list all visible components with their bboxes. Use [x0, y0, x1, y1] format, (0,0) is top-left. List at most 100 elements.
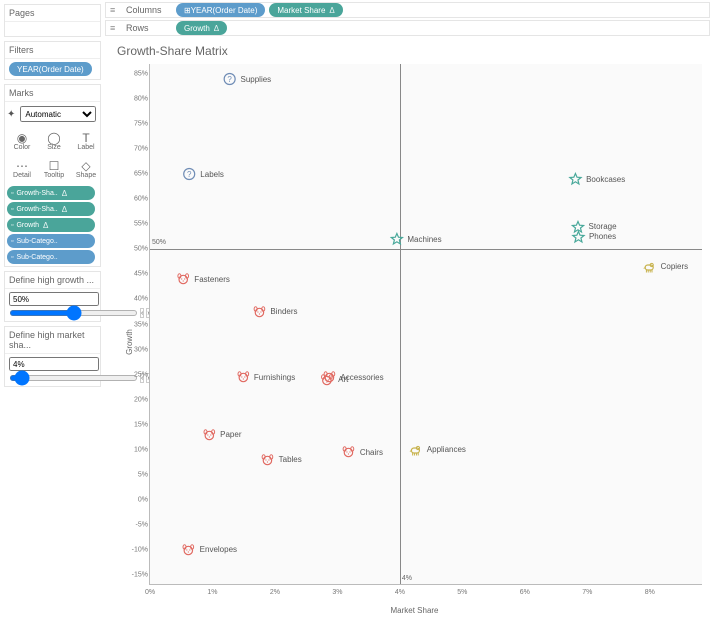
x-axis-title: Market Share [390, 606, 438, 615]
point-label: Phones [589, 232, 616, 241]
y-tick: 20% [128, 396, 148, 403]
pages-title: Pages [5, 5, 100, 22]
point-label: Fasteners [194, 275, 230, 284]
x-tick: 7% [582, 589, 592, 596]
x-tick: 3% [332, 589, 342, 596]
point-label: Chairs [360, 448, 383, 457]
y-tick: 55% [128, 221, 148, 228]
plot[interactable]: -15%-10%-5%0%5%10%15%20%25%30%35%40%45%5… [149, 64, 702, 585]
col-pill-share[interactable]: Market ShareΔ [269, 3, 342, 17]
data-point-fasteners[interactable]: Fasteners [176, 272, 230, 286]
filters-title: Filters [5, 42, 100, 59]
point-label: Accessories [340, 373, 383, 382]
col-pill-year[interactable]: ⊞ YEAR(Order Date) [176, 3, 265, 17]
y-tick: -10% [128, 546, 148, 553]
x-tick: 2% [270, 589, 280, 596]
data-point-copiers[interactable]: Copiers [643, 260, 689, 274]
row-pill-growth[interactable]: GrowthΔ [176, 21, 227, 35]
point-label: Labels [200, 170, 224, 179]
point-label: Envelopes [200, 545, 237, 554]
data-point-furnishings[interactable]: Furnishings [236, 370, 295, 384]
dog-icon [322, 370, 336, 384]
dog-icon [182, 543, 196, 557]
marks-type-select[interactable]: Automatic [20, 106, 96, 122]
rows-label: Rows [126, 23, 170, 33]
y-tick: -15% [128, 571, 148, 578]
ref-hline-label: 50% [152, 239, 166, 246]
y-tick: 70% [128, 146, 148, 153]
y-tick: 75% [128, 121, 148, 128]
data-point-chairs[interactable]: Chairs [342, 445, 383, 459]
rows-icon: ≡ [110, 23, 120, 33]
data-point-paper[interactable]: Paper [202, 428, 241, 442]
dog-icon [342, 445, 356, 459]
mark-btn-shape[interactable]: ◇Shape [71, 156, 101, 182]
question-icon [182, 167, 196, 181]
columns-label: Columns [126, 5, 170, 15]
star-icon [571, 230, 585, 244]
param-high-share: Define high market sha... ‹ › [4, 326, 101, 387]
cow-icon [643, 260, 657, 274]
mark-btn-tooltip[interactable]: ☐Tooltip [39, 156, 69, 182]
dog-icon [261, 453, 275, 467]
data-point-machines[interactable]: Machines [389, 232, 441, 246]
columns-icon: ≡ [110, 5, 120, 15]
data-point-supplies[interactable]: Supplies [222, 72, 271, 86]
star-icon [568, 172, 582, 186]
rows-shelf[interactable]: ≡ Rows GrowthΔ [105, 20, 710, 36]
dog-icon [202, 428, 216, 442]
point-label: Furnishings [254, 373, 295, 382]
data-point-tables[interactable]: Tables [261, 453, 302, 467]
param1-title: Define high growth ... [5, 272, 100, 289]
data-point-envelopes[interactable]: Envelopes [182, 543, 237, 557]
data-point-labels[interactable]: Labels [182, 167, 224, 181]
mark-pill-1[interactable]: ▫Growth-Sha..Δ [7, 202, 95, 216]
mark-btn-color[interactable]: ◉Color [7, 128, 37, 154]
mark-pill-0[interactable]: ▫Growth-Sha..Δ [7, 186, 95, 200]
param1-input[interactable] [9, 292, 99, 306]
point-label: Machines [407, 235, 441, 244]
x-tick: 4% [395, 589, 405, 596]
point-label: Binders [270, 307, 297, 316]
filters-panel: Filters YEAR(Order Date) [4, 41, 101, 80]
y-tick: 40% [128, 296, 148, 303]
data-point-accessories[interactable]: Accessories [322, 370, 383, 384]
data-point-bookcases[interactable]: Bookcases [568, 172, 625, 186]
param-high-growth: Define high growth ... ‹ › [4, 271, 101, 322]
x-tick: 0% [145, 589, 155, 596]
mark-pill-2[interactable]: ▫GrowthΔ [7, 218, 95, 232]
mark-pill-3[interactable]: ▫Sub-Catego.. [7, 234, 95, 248]
mark-btn-detail[interactable]: ⋯Detail [7, 156, 37, 182]
dog-icon [252, 305, 266, 319]
x-tick: 6% [520, 589, 530, 596]
point-label: Appliances [427, 445, 466, 454]
point-label: Tables [279, 455, 302, 464]
x-tick: 8% [645, 589, 655, 596]
columns-shelf[interactable]: ≡ Columns ⊞ YEAR(Order Date) Market Shar… [105, 2, 710, 18]
y-tick: 10% [128, 446, 148, 453]
y-tick: 50% [128, 246, 148, 253]
point-label: Paper [220, 430, 241, 439]
y-tick: 30% [128, 346, 148, 353]
data-point-appliances[interactable]: Appliances [409, 443, 466, 457]
filter-pill-year[interactable]: YEAR(Order Date) [9, 62, 92, 76]
mark-pill-4[interactable]: ▫Sub-Catego.. [7, 250, 95, 264]
y-tick: 15% [128, 421, 148, 428]
point-label: Bookcases [586, 175, 625, 184]
y-tick: -5% [128, 521, 148, 528]
point-label: Supplies [240, 75, 271, 84]
y-tick: 65% [128, 171, 148, 178]
marks-panel: Marks ✦ Automatic ◉Color◯SizeTLabel⋯Deta… [4, 84, 101, 267]
param2-input[interactable] [9, 357, 99, 371]
dog-icon [176, 272, 190, 286]
ref-vline [400, 64, 401, 584]
y-tick: 45% [128, 271, 148, 278]
data-point-phones[interactable]: Phones [571, 230, 616, 244]
ref-hline [150, 249, 702, 250]
y-tick: 35% [128, 321, 148, 328]
mark-btn-size[interactable]: ◯Size [39, 128, 69, 154]
y-tick: 5% [128, 471, 148, 478]
data-point-binders[interactable]: Binders [252, 305, 297, 319]
mark-btn-label[interactable]: TLabel [71, 128, 101, 154]
star-icon [389, 232, 403, 246]
